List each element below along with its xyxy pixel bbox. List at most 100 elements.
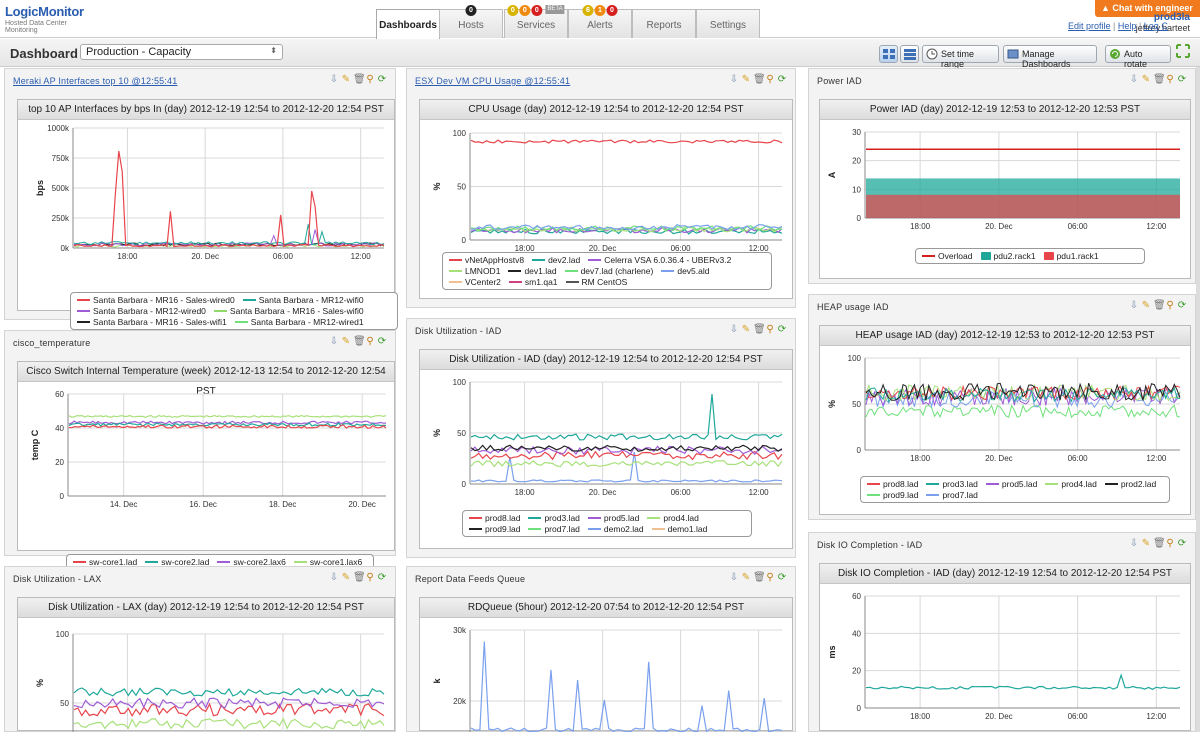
trash-icon[interactable]: 🗑 — [1153, 74, 1166, 85]
tab-services[interactable]: Services 0 0 0 BETA — [504, 5, 568, 38]
legend-item[interactable]: prod8.lad — [867, 479, 918, 489]
refresh-icon[interactable]: ⟳ — [377, 336, 387, 347]
trash-icon[interactable]: 🗑 — [353, 572, 366, 583]
legend-item[interactable]: RM CentOS — [565, 277, 627, 287]
grid-view-button[interactable] — [879, 45, 898, 63]
tab-reports[interactable]: Reports — [632, 9, 696, 38]
download-icon[interactable]: ⇩ — [729, 74, 739, 85]
legend-item[interactable]: dev2.lad — [532, 255, 580, 265]
refresh-icon[interactable]: ⟳ — [777, 572, 787, 583]
trash-icon[interactable]: 🗑 — [1153, 300, 1166, 311]
legend-item[interactable]: prod8.lad — [469, 513, 520, 523]
zoom-icon[interactable]: ⚲ — [765, 74, 775, 85]
zoom-icon[interactable]: ⚲ — [765, 324, 775, 335]
set-time-range-button[interactable]: Set time range — [922, 45, 999, 69]
legend-item[interactable]: Santa Barbara - MR16 - Sales-wired0 — [77, 295, 235, 305]
auto-rotate-button[interactable]: Auto rotate — [1105, 45, 1171, 69]
legend-item[interactable]: pdu1.rack1 — [1043, 251, 1099, 261]
edit-icon[interactable]: ✎ — [741, 324, 751, 335]
manage-dashboards-button[interactable]: Manage Dashboards — [1003, 45, 1097, 69]
list-view-button[interactable] — [900, 45, 919, 63]
zoom-icon[interactable]: ⚲ — [1165, 74, 1175, 85]
legend-item[interactable]: prod3.lad — [926, 479, 978, 489]
fullscreen-icon[interactable] — [1176, 44, 1190, 58]
help-link[interactable]: Help — [1118, 21, 1137, 31]
zoom-icon[interactable]: ⚲ — [365, 336, 375, 347]
refresh-icon[interactable]: ⟳ — [777, 324, 787, 335]
legend-item[interactable]: prod5.lad — [985, 479, 1037, 489]
edit-icon[interactable]: ✎ — [741, 572, 751, 583]
legend-item[interactable]: vNetAppHostv8 — [449, 255, 524, 265]
zoom-icon[interactable]: ⚲ — [365, 74, 375, 85]
refresh-icon[interactable]: ⟳ — [1177, 300, 1187, 311]
legend-item[interactable]: Santa Barbara - MR12-wifi0 — [242, 295, 364, 305]
edit-icon[interactable]: ✎ — [341, 336, 351, 347]
download-icon[interactable]: ⇩ — [329, 74, 339, 85]
download-icon[interactable]: ⇩ — [729, 324, 739, 335]
trash-icon[interactable]: 🗑 — [353, 74, 366, 85]
legend-item[interactable]: Santa Barbara - MR16 - Sales-wifi1 — [77, 317, 227, 327]
legend-item[interactable]: Santa Barbara - MR12-wired0 — [77, 306, 206, 316]
legend-item[interactable]: demo1.lad — [651, 524, 707, 534]
widget-title[interactable]: ESX Dev VM CPU Usage @12:55:41 — [415, 76, 570, 86]
logicmonitor-logo[interactable]: LogicMonitor Hosted Data Center Monitori… — [5, 4, 90, 34]
legend-item[interactable]: dev7.lad (charlene) — [564, 266, 653, 276]
edit-icon[interactable]: ✎ — [1141, 538, 1151, 549]
refresh-icon[interactable]: ⟳ — [377, 572, 387, 583]
legend-item[interactable]: prod7.lad — [528, 524, 580, 534]
download-icon[interactable]: ⇩ — [729, 572, 739, 583]
refresh-icon[interactable]: ⟳ — [377, 74, 387, 85]
zoom-icon[interactable]: ⚲ — [1165, 538, 1175, 549]
tab-settings[interactable]: Settings — [696, 9, 760, 38]
logout-link[interactable]: Log C — [1144, 21, 1168, 31]
legend-item[interactable]: prod2.lad — [1104, 479, 1156, 489]
page-scrollbar[interactable] — [1196, 67, 1200, 732]
zoom-icon[interactable]: ⚲ — [765, 572, 775, 583]
edit-icon[interactable]: ✎ — [1141, 74, 1151, 85]
refresh-icon[interactable]: ⟳ — [777, 74, 787, 85]
edit-icon[interactable]: ✎ — [1141, 300, 1151, 311]
tab-dashboards[interactable]: Dashboards — [376, 9, 440, 39]
legend-item[interactable]: prod4.lad — [647, 513, 699, 523]
trash-icon[interactable]: 🗑 — [1153, 538, 1166, 549]
legend-item[interactable]: Santa Barbara - MR16 - Sales-wifi0 — [213, 306, 364, 316]
trash-icon[interactable]: 🗑 — [753, 572, 766, 583]
tab-alerts[interactable]: Alerts 6 1 0 — [568, 5, 632, 38]
legend-item[interactable]: Celerra VSA 6.0.36.4 - UBERv3.2 — [588, 255, 731, 265]
refresh-icon[interactable]: ⟳ — [1177, 74, 1187, 85]
edit-icon[interactable]: ✎ — [341, 74, 351, 85]
download-icon[interactable]: ⇩ — [1129, 300, 1139, 311]
tab-hosts[interactable]: Hosts 0 — [439, 5, 503, 38]
legend-item[interactable]: dev5.ald — [661, 266, 709, 276]
refresh-icon[interactable]: ⟳ — [1177, 538, 1187, 549]
legend-item[interactable]: prod9.lad — [469, 524, 520, 534]
legend-item[interactable]: demo2.lad — [587, 524, 644, 534]
download-icon[interactable]: ⇩ — [1129, 538, 1139, 549]
download-icon[interactable]: ⇩ — [329, 336, 339, 347]
legend-item[interactable]: Santa Barbara - MR12-wired1 — [234, 317, 364, 327]
trash-icon[interactable]: 🗑 — [753, 74, 766, 85]
edit-icon[interactable]: ✎ — [741, 74, 751, 85]
legend-item[interactable]: VCenter2 — [449, 277, 501, 287]
legend-item[interactable]: prod7.lad — [926, 490, 978, 500]
trash-icon[interactable]: 🗑 — [353, 336, 366, 347]
legend-item[interactable]: Overload — [922, 251, 973, 261]
legend-item[interactable]: prod4.lad — [1045, 479, 1097, 489]
download-icon[interactable]: ⇩ — [1129, 74, 1139, 85]
legend-item[interactable]: pdu2.rack1 — [980, 251, 1036, 261]
zoom-icon[interactable]: ⚲ — [365, 572, 375, 583]
legend-item[interactable]: sm1.qa1 — [508, 277, 558, 287]
widget-title[interactable]: Meraki AP Interfaces top 10 @12:55:41 — [13, 76, 177, 86]
edit-icon[interactable]: ✎ — [341, 572, 351, 583]
legend-label: Celerra VSA 6.0.36.4 - UBERv3.2 — [604, 255, 732, 265]
legend-item[interactable]: dev1.lad — [508, 266, 557, 276]
legend-item[interactable]: LMNOD1 — [449, 266, 500, 276]
dashboard-select[interactable]: Production - Capacity ⬍ — [80, 44, 283, 60]
download-icon[interactable]: ⇩ — [329, 572, 339, 583]
legend-item[interactable]: prod5.lad — [587, 513, 639, 523]
trash-icon[interactable]: 🗑 — [753, 324, 766, 335]
edit-profile-link[interactable]: Edit profile — [1068, 21, 1111, 31]
zoom-icon[interactable]: ⚲ — [1165, 300, 1175, 311]
legend-item[interactable]: prod3.lad — [528, 513, 580, 523]
legend-item[interactable]: prod9.lad — [867, 490, 918, 500]
